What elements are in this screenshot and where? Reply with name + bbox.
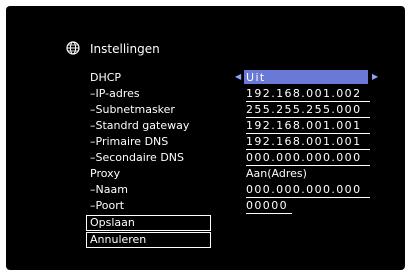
proxy-value[interactable]: Aan(Adres) bbox=[246, 166, 307, 181]
ip-address-field[interactable]: 192.168.001.002 bbox=[246, 86, 370, 102]
proxy-label: Proxy bbox=[90, 167, 121, 180]
primary-dns-label: –Primaire DNS bbox=[90, 135, 169, 148]
gateway-field[interactable]: 192.168.001.001 bbox=[246, 118, 370, 134]
page-title: Instellingen bbox=[90, 42, 160, 56]
gateway-label: –Standrd gateway bbox=[90, 119, 190, 132]
primary-dns-field[interactable]: 192.168.001.001 bbox=[246, 134, 370, 150]
secondary-dns-field[interactable]: 000.000.000.000 bbox=[246, 150, 370, 166]
subnet-mask-label: –Subnetmasker bbox=[90, 103, 175, 116]
settings-screen: Instellingen DHCP ◀ Uit ▶ –IP-adres 192.… bbox=[6, 6, 405, 270]
globe-icon bbox=[66, 41, 80, 55]
secondary-dns-label: –Secondaire DNS bbox=[90, 151, 185, 164]
proxy-name-label: –Naam bbox=[90, 183, 128, 196]
dhcp-value[interactable]: Uit bbox=[246, 70, 266, 85]
proxy-name-field[interactable]: 000.000.000.000 bbox=[246, 182, 370, 198]
arrow-left-icon[interactable]: ◀ bbox=[235, 70, 241, 84]
dhcp-label: DHCP bbox=[90, 71, 122, 84]
save-button[interactable]: Opslaan bbox=[86, 215, 211, 231]
subnet-mask-field[interactable]: 255.255.255.000 bbox=[246, 102, 370, 118]
cancel-button[interactable]: Annuleren bbox=[86, 232, 211, 248]
ip-address-label: –IP-adres bbox=[90, 87, 140, 100]
proxy-port-label: –Poort bbox=[90, 199, 125, 212]
arrow-right-icon[interactable]: ▶ bbox=[372, 70, 378, 84]
proxy-port-field[interactable]: 00000 bbox=[246, 198, 292, 214]
